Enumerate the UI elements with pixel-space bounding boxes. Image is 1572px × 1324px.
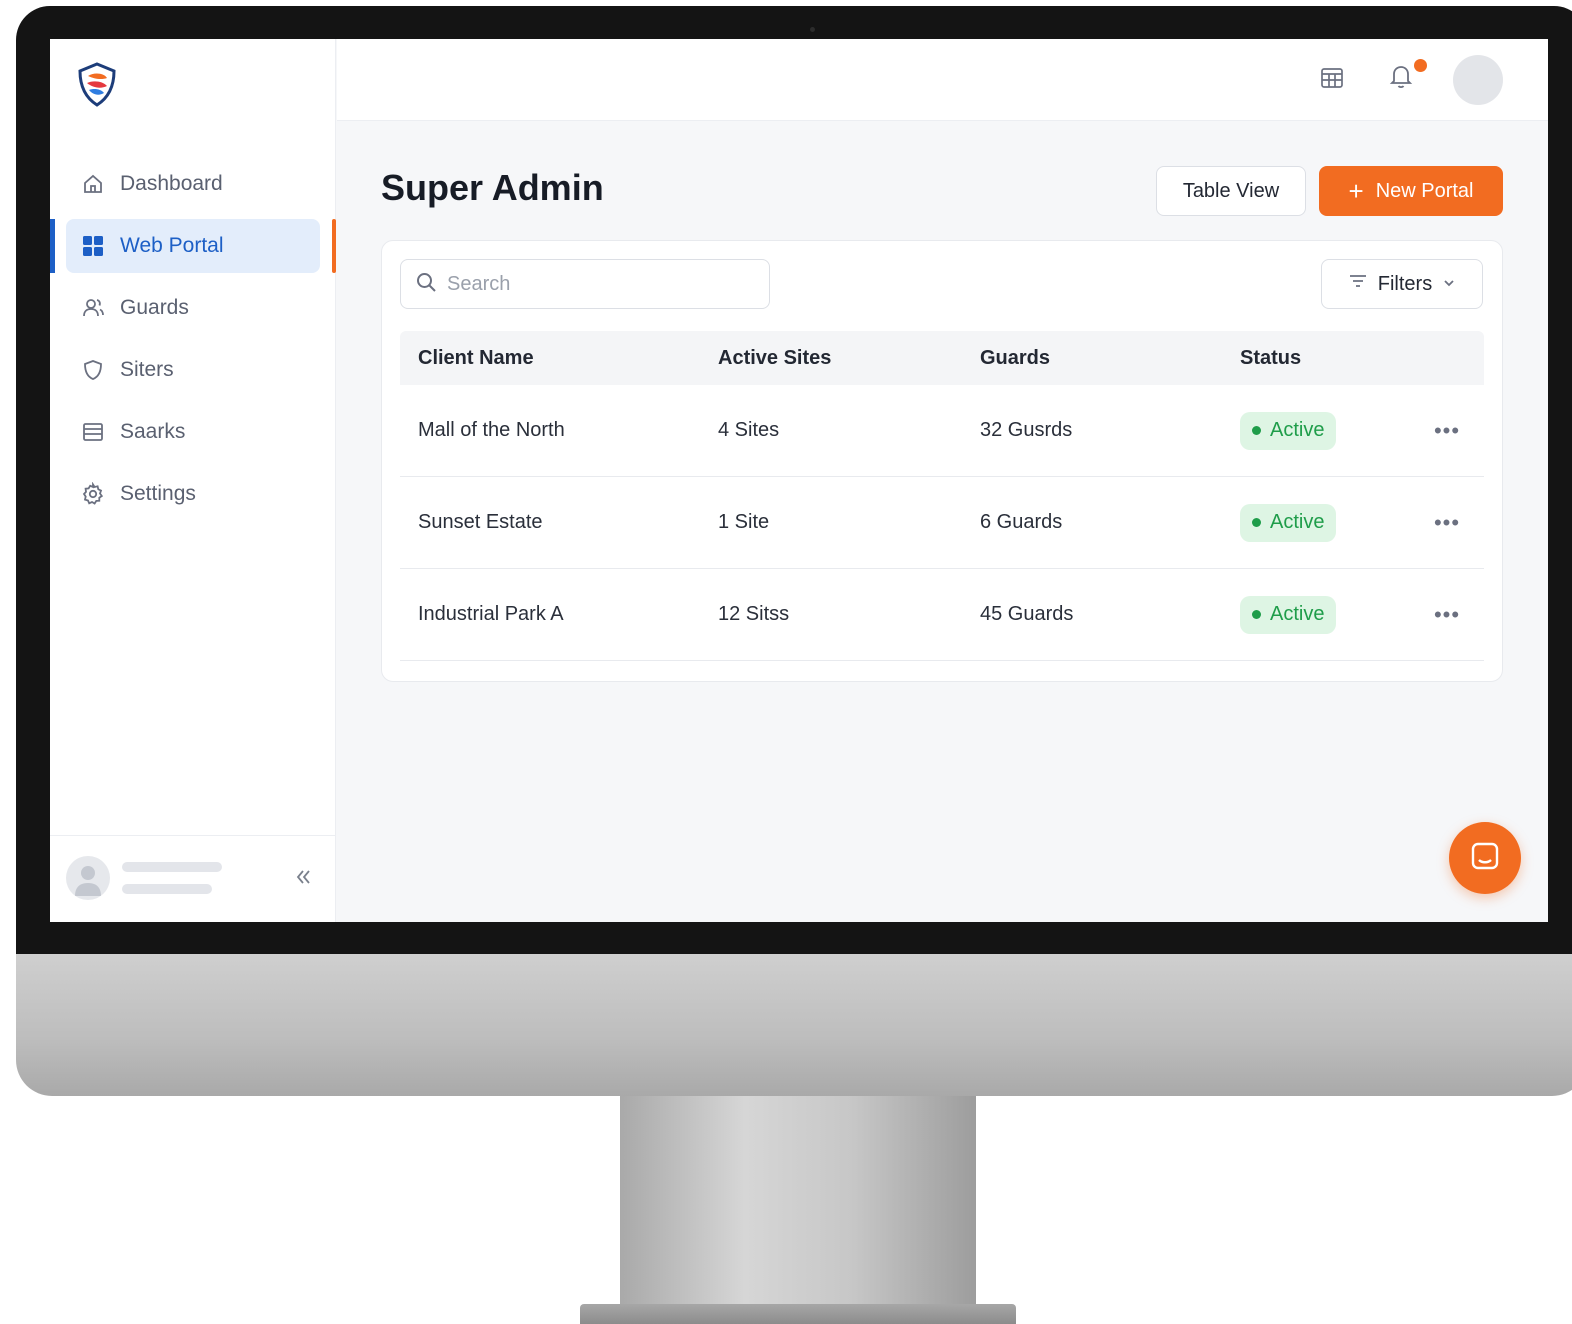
status-badge: Active [1240,503,1337,542]
clients-card: Filters Client Name Active Sites Guards … [381,240,1503,682]
more-options-icon[interactable]: ••• [1430,598,1464,632]
top-bar [337,39,1548,121]
cell-client-name: Sunset Estate [418,511,543,533]
table-row[interactable]: Mall of the North 4 Sites 32 Gusrds Acti… [400,385,1484,477]
table-header: Client Name Active Sites Guards Status [400,331,1484,385]
sidebar-item-label: Saarks [120,420,186,443]
user-role-placeholder [122,884,212,894]
user-name-placeholder [122,862,222,872]
status-badge: Active [1240,411,1337,450]
status-dot [1252,518,1261,527]
cell-guards: 6 Guards [980,511,1063,533]
bell-icon [1387,62,1415,95]
monitor-chin [16,954,1572,1096]
user-avatar[interactable] [66,856,110,900]
sidebar-item-label: Guards [120,296,189,319]
monitor-stand [620,1096,976,1306]
sidebar-item-label: Siters [120,358,174,381]
new-portal-label: New Portal [1375,179,1474,202]
calendar-button[interactable] [1315,63,1349,97]
sidebar-user-panel [50,835,336,922]
gear-icon [80,481,106,507]
sidebar-item-saarks[interactable]: Saarks [66,405,320,459]
table-view-button[interactable]: Table View [1156,166,1306,216]
sidebar-item-web-portal[interactable]: Web Portal [50,219,336,273]
notifications-button[interactable] [1384,61,1418,95]
table-row[interactable]: Sunset Estate 1 Site 6 Guards Active ••• [400,477,1484,569]
column-header-active-sites[interactable]: Active Sites [718,331,831,385]
chat-fab-button[interactable] [1449,822,1521,894]
status-label: Active [1270,603,1325,625]
list-icon [80,419,106,445]
status-dot [1252,426,1261,435]
chat-icon [1468,839,1502,878]
collapse-sidebar-button[interactable] [288,864,318,894]
status-dot [1252,610,1261,619]
cell-active-sites: 1 Site [718,511,770,533]
sidebar-item-dashboard[interactable]: Dashboard [66,157,320,211]
cell-guards: 45 Guards [980,603,1074,625]
users-icon [80,295,106,321]
status-label: Active [1270,419,1325,441]
search-input[interactable] [447,272,747,296]
calendar-icon [1319,65,1345,96]
sidebar-item-settings[interactable]: Settings [66,467,320,521]
notification-badge [1414,59,1427,72]
sidebar-item-label: Settings [120,482,196,505]
cell-actions: ••• [1430,385,1464,476]
cell-status: Active [1240,477,1337,568]
cell-client-name: Industrial Park A [418,603,564,625]
camera-dot [810,27,815,32]
chevron-down-icon [1442,273,1456,296]
cell-active-sites: 4 Sites [718,419,780,441]
monitor-stand-base [580,1304,1016,1324]
table-row[interactable]: Industrial Park A 12 Sitss 45 Guards Act… [400,569,1484,661]
sidebar: Dashboard Web Portal Guards Siters Saark… [50,39,336,922]
search-icon [415,271,437,298]
plus-icon: + [1348,176,1364,206]
filter-icon [1348,271,1368,297]
cell-status: Active [1240,385,1337,476]
sidebar-item-label: Web Portal [120,234,224,257]
shield-icon [80,357,106,383]
sidebar-item-siters[interactable]: Siters [66,343,320,397]
cell-actions: ••• [1430,569,1464,660]
cell-active-sites: 12 Sitss [718,603,790,625]
column-header-client-name[interactable]: Client Name [418,331,534,385]
profile-avatar[interactable] [1453,55,1503,105]
column-header-status[interactable]: Status [1240,331,1301,385]
sidebar-nav: Dashboard Web Portal Guards Siters Saark… [50,157,336,529]
clients-table: Client Name Active Sites Guards Status M… [400,331,1484,661]
cell-guards: 32 Gusrds [980,419,1073,441]
cell-actions: ••• [1430,477,1464,568]
more-options-icon[interactable]: ••• [1430,414,1464,448]
shield-logo-icon[interactable] [74,61,120,109]
sidebar-item-label: Dashboard [120,172,223,195]
app-screen: Dashboard Web Portal Guards Siters Saark… [50,39,1548,922]
search-field[interactable] [400,259,770,309]
status-label: Active [1270,511,1325,533]
sidebar-item-guards[interactable]: Guards [66,281,320,335]
column-header-guards[interactable]: Guards [980,331,1050,385]
status-badge: Active [1240,595,1337,634]
cell-status: Active [1240,569,1337,660]
cell-client-name: Mall of the North [418,419,565,441]
home-icon [80,171,106,197]
filters-button[interactable]: Filters [1321,259,1483,309]
more-options-icon[interactable]: ••• [1430,506,1464,540]
page-title: Super Admin [381,167,604,208]
chevrons-left-icon [292,866,314,893]
filters-label: Filters [1377,272,1433,295]
grid-icon [80,233,106,259]
new-portal-button[interactable]: + New Portal [1319,166,1503,216]
